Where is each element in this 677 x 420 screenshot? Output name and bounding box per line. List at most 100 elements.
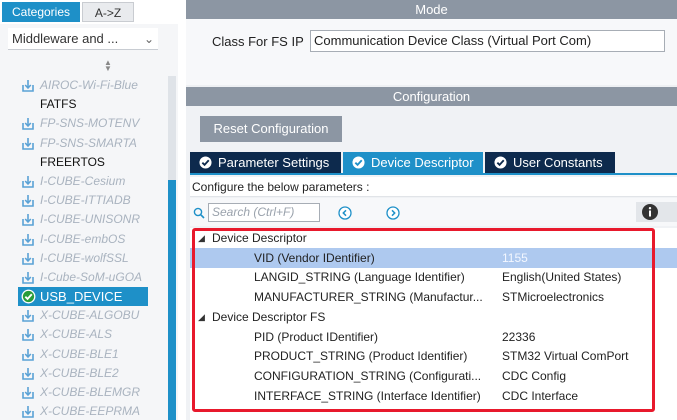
configuration-header: Configuration	[186, 87, 677, 106]
tab-label: Parameter Settings	[218, 155, 330, 170]
category-select[interactable]: Middleware and ... ⌄	[8, 28, 158, 50]
configuration-section: Reset Configuration Parameter Settings D…	[186, 106, 677, 420]
prev-icon[interactable]	[338, 206, 352, 220]
parameter-name: LANGID_STRING (Language Identifier)	[254, 270, 465, 285]
sidebar: Categories A->Z Middleware and ... ⌄ ▲ ▼ …	[0, 0, 178, 420]
parameter-name: INTERFACE_STRING (Interface Identifier)	[254, 388, 481, 403]
sidebar-item-label: I-Cube-SoM-uGOA	[40, 269, 143, 284]
tree-group-label: Device Descriptor	[212, 231, 307, 245]
sidebar-scrollbar[interactable]	[168, 76, 176, 420]
sidebar-item[interactable]: USB_DEVICE	[18, 287, 148, 307]
sidebar-item[interactable]: X-CUBE-BLE2	[0, 364, 166, 383]
scrollbar-thumb[interactable]	[168, 180, 176, 420]
sidebar-item[interactable]: X-CUBE-BLE1	[0, 345, 166, 364]
info-icon[interactable]	[640, 202, 660, 222]
tab-user-constants[interactable]: User Constants	[485, 152, 615, 173]
sidebar-item[interactable]: X-CUBE-ALGOBU	[0, 306, 166, 325]
parameter-tree: ◢ Device Descriptor VID (Vendor IDentifier…	[190, 228, 677, 420]
tree-group-label: Device Descriptor FS	[212, 309, 326, 324]
check-circle-icon	[21, 289, 36, 304]
tab-parameter-settings[interactable]: Parameter Settings	[190, 152, 341, 173]
tab-device-descriptor[interactable]: Device Descriptor	[343, 152, 483, 173]
sidebar-item[interactable]: I-Cube-SoM-uGOA	[0, 268, 166, 287]
sidebar-item-label: FATFS	[40, 97, 77, 112]
category-select-value: Middleware and ...	[12, 31, 119, 46]
sidebar-item[interactable]: I-CUBE-embOS	[0, 230, 166, 249]
parameter-row[interactable]: PRODUCT_STRING (Product Identifier) STM32…	[190, 346, 677, 366]
parameter-row[interactable]: CONFIGURATION_STRING (Configurati... CDC …	[190, 366, 677, 386]
parameter-name: MANUFACTURER_STRING (Manufactur...	[254, 290, 483, 305]
download-icon	[22, 405, 34, 418]
sort-arrows-icon[interactable]: ▲ ▼	[104, 59, 112, 73]
sidebar-item-label: I-CUBE-ITTIADB	[40, 193, 131, 208]
parameter-value[interactable]: 22336	[502, 327, 672, 347]
panel-splitter[interactable]	[178, 0, 186, 420]
parameter-value[interactable]: STMicroelectronics	[502, 287, 672, 307]
sidebar-item[interactable]: X-CUBE-BLEMGR	[0, 383, 166, 402]
sidebar-item[interactable]: I-CUBE-UNISONR	[0, 210, 166, 229]
sidebar-item[interactable]: FP-SNS-MOTENV	[0, 114, 166, 133]
download-icon	[22, 117, 34, 131]
download-icon	[22, 367, 34, 380]
sidebar-item[interactable]: I-CUBE-ITTIADB	[0, 191, 166, 210]
reset-configuration-button[interactable]: Reset Configuration	[200, 116, 342, 142]
sidebar-item[interactable]: AIROC-Wi-Fi-Blue	[0, 76, 166, 95]
sidebar-item-label: X-CUBE-BLEMGR	[40, 385, 141, 399]
sidebar-item-label: X-CUBE-EEPRMA	[40, 404, 141, 419]
sidebar-item[interactable]: FATFS	[0, 95, 166, 114]
parameter-value[interactable]: 1155	[502, 248, 672, 268]
download-icon	[22, 175, 34, 188]
collapse-triangle-icon[interactable]: ◢	[198, 228, 205, 248]
parameter-row[interactable]: VID (Vendor IDentifier) 1155	[190, 247, 677, 268]
parameter-row[interactable]: PID (Product IDentifier) 22336	[190, 327, 677, 347]
next-icon[interactable]	[386, 206, 400, 220]
sidebar-item[interactable]: FREERTOS	[0, 153, 166, 172]
parameter-value[interactable]: CDC Interface	[502, 386, 672, 406]
search-input[interactable]: Search (Ctrl+F)	[208, 203, 320, 222]
download-icon	[22, 271, 34, 284]
tree-group[interactable]: ◢ Device Descriptor FS	[190, 307, 677, 327]
download-icon	[22, 309, 34, 323]
sidebar-item-label: AIROC-Wi-Fi-Blue	[40, 78, 138, 92]
parameter-row[interactable]: MANUFACTURER_STRING (Manufactur... STMicr…	[190, 287, 677, 307]
class-select[interactable]: Communication Device Class (Virtual Port…	[310, 30, 665, 52]
tab-categories[interactable]: Categories	[2, 2, 80, 22]
parameter-name: CONFIGURATION_STRING (Configurati...	[254, 368, 482, 383]
stm32-cubemx-window: Categories A->Z Middleware and ... ⌄ ▲ ▼ …	[0, 0, 677, 420]
tab-label: Device Descriptor	[371, 155, 474, 170]
sidebar-item[interactable]: X-CUBE-EEPRMA	[0, 402, 166, 420]
tab-label: User Constants	[513, 155, 603, 170]
class-label: Class For FS IP	[212, 34, 304, 49]
parameter-name: VID (Vendor IDentifier)	[254, 250, 375, 265]
check-circle-icon	[494, 156, 507, 169]
sidebar-item-label: FP-SNS-SMARTA	[40, 135, 137, 150]
search-icon	[193, 207, 205, 219]
parameter-value[interactable]: CDC Config	[502, 366, 672, 386]
check-circle-icon	[199, 156, 212, 169]
tab-a-to-z[interactable]: A->Z	[82, 2, 134, 22]
sidebar-item-label: X-CUBE-BLE1	[40, 346, 119, 361]
sidebar-item-label: I-CUBE-Cesium	[40, 173, 126, 188]
parameter-row[interactable]: LANGID_STRING (Language Identifier) Engli…	[190, 267, 677, 287]
download-icon	[22, 252, 34, 265]
sidebar-item[interactable]: I-CUBE-wolfSSL	[0, 249, 166, 268]
sidebar-item[interactable]: X-CUBE-ALS	[0, 325, 166, 344]
sidebar-item-label: X-CUBE-ALGOBU	[40, 308, 140, 323]
sidebar-tabs: Categories A->Z	[0, 0, 178, 24]
mode-section: Class For FS IP Communication Device Cla…	[186, 19, 677, 85]
sidebar-item-label: USB_DEVICE	[40, 289, 123, 305]
sidebar-item-label: I-CUBE-wolfSSL	[40, 250, 129, 265]
parameter-value[interactable]: English(United States)	[502, 267, 672, 287]
download-icon	[22, 348, 34, 361]
sidebar-item-label: FREERTOS	[40, 154, 105, 169]
sidebar-item-label: I-CUBE-UNISONR	[40, 212, 141, 227]
parameter-row[interactable]: INTERFACE_STRING (Interface Identifier) C…	[190, 386, 677, 406]
parameter-value[interactable]: STM32 Virtual ComPort	[502, 346, 672, 366]
main-panel: Mode Class For FS IP Communication Devic…	[186, 0, 677, 420]
collapse-triangle-icon[interactable]: ◢	[198, 307, 205, 327]
sidebar-item[interactable]: I-CUBE-Cesium	[0, 172, 166, 191]
tree-group[interactable]: ◢ Device Descriptor	[190, 228, 677, 248]
download-icon	[22, 79, 34, 92]
sidebar-item-label: X-CUBE-ALS	[40, 327, 113, 342]
sidebar-item[interactable]: FP-SNS-SMARTA	[0, 134, 166, 153]
